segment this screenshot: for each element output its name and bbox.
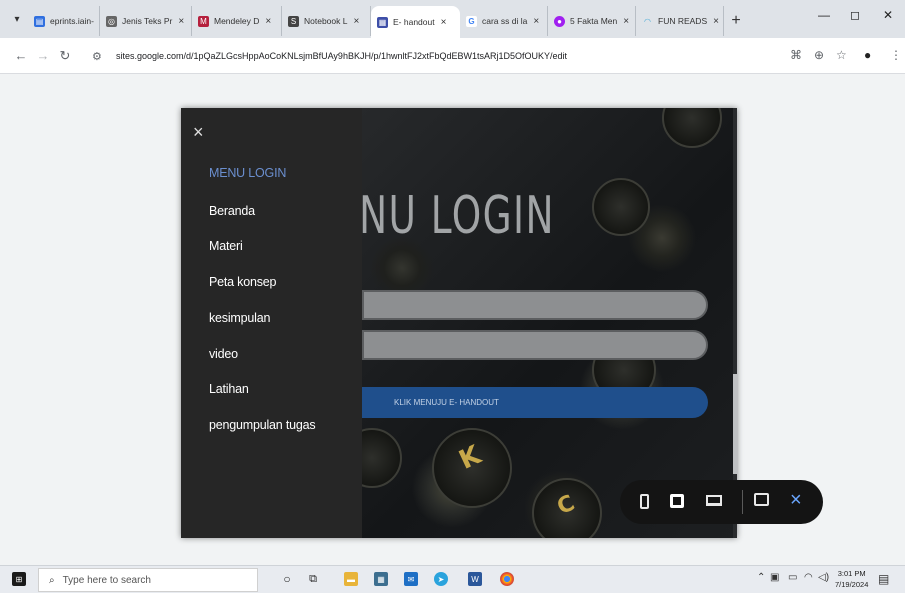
page-viewport: K C ENU LOGIN KLIK MENUJU E- HANDOUT × M… [0,75,905,565]
close-preview-icon[interactable]: × [790,489,802,512]
tablet-preview-icon[interactable] [670,494,684,508]
nav-item-kesimpulan[interactable]: kesimpulan [209,311,270,325]
tab-title: cara ss di la [482,16,528,26]
nav-item-video[interactable]: video [209,347,238,361]
username-field[interactable] [362,290,708,320]
tab-title: E- handout [393,17,435,27]
new-tab-button[interactable]: + [724,6,748,36]
windows-taskbar: ⊞ ⌕ Type here to search ○ ⧉ ▬ ▦ ✉ ➤ W ⌃ … [0,565,905,593]
browser-tab[interactable]: ◎ Jenis Teks Pr × [100,6,192,36]
browser-tab-active[interactable]: ▦ E- handout × [371,6,460,38]
calculator-icon[interactable]: ▦ [374,572,388,586]
wifi-icon[interactable]: ◠ [804,572,813,583]
loading-icon: ◠ [644,16,651,26]
profile-avatar-icon[interactable]: ● [864,48,871,62]
windows-start-icon[interactable]: ⊞ [12,572,26,586]
password-field[interactable] [362,330,708,360]
close-tab-icon[interactable]: × [441,17,447,28]
site-preview-frame: K C ENU LOGIN KLIK MENUJU E- HANDOUT × M… [181,108,737,538]
close-nav-icon[interactable]: × [193,122,204,143]
preview-device-toolbar: × [620,480,823,524]
browser-toolbar: ← → ↻ ⚙ sites.google.com/d/1pQaZLGcsHppA… [0,38,905,74]
circle-icon: ● [554,15,565,27]
tab-title: Jenis Teks Pr [122,16,173,26]
hero-background: K C ENU LOGIN KLIK MENUJU E- HANDOUT [334,108,737,538]
document-icon: ▤ [34,15,45,27]
nav-item-beranda[interactable]: Beranda [209,204,255,218]
close-tab-icon[interactable]: × [265,16,271,27]
nav-item-menu-login[interactable]: MENU LOGIN [209,166,286,180]
browser-tab[interactable]: ▤ eprints.iain- × [28,6,100,36]
tab-title: FUN READS [658,16,708,26]
battery-icon[interactable]: ▭ [788,572,797,583]
cortana-icon[interactable]: ○ [280,572,294,586]
tab-title: 5 Fakta Men [570,16,618,26]
typewriter-key-icon [662,108,722,148]
task-view-icon[interactable]: ⧉ [306,572,320,586]
notification-center-icon[interactable]: ▤ [878,572,889,586]
close-tab-icon[interactable]: × [623,16,629,27]
close-tab-icon[interactable]: × [713,16,719,27]
taskbar-clock[interactable]: 3:01 PM 7/19/2024 [835,568,868,590]
volume-icon[interactable]: ◁) [818,572,829,583]
close-tab-icon[interactable]: × [353,16,359,27]
address-bar[interactable]: ⚙ sites.google.com/d/1pQaZLGcsHppAoCoKNL… [92,43,692,69]
close-tab-icon[interactable]: × [178,16,184,27]
browser-tab[interactable]: G cara ss di la × [460,6,548,36]
bookmark-star-icon[interactable]: ☆ [836,48,847,62]
tab-title: Notebook L [304,16,348,26]
handout-link-button[interactable]: KLIK MENUJU E- HANDOUT [362,387,708,418]
url-text: sites.google.com/d/1pQaZLGcsHppAoCoKNLsj… [116,51,568,61]
google-sites-icon: ▦ [377,16,388,28]
back-icon[interactable]: ← [10,48,32,63]
browser-tab[interactable]: ◠ FUN READS × [636,6,724,36]
zoom-icon[interactable]: ⊕ [814,48,824,62]
translate-icon[interactable]: ⌘ [790,48,802,62]
telegram-icon[interactable]: ➤ [434,572,448,586]
close-window-icon[interactable]: ✕ [883,8,893,22]
nav-item-peta-konsep[interactable]: Peta konsep [209,275,276,289]
close-tab-icon[interactable]: × [533,16,539,27]
phone-preview-icon[interactable] [640,494,649,509]
globe-icon: ◎ [106,15,117,27]
clock-time: 3:01 PM [837,569,866,578]
browser-tab[interactable]: ● 5 Fakta Men × [548,6,636,36]
clock-date: 7/19/2024 [835,580,869,589]
browser-tab-strip: ▾ ▤ eprints.iain- × ◎ Jenis Teks Pr × M … [0,0,905,38]
tab-title: eprints.iain- [50,16,94,26]
chrome-icon[interactable] [500,572,514,586]
tray-app-icon[interactable]: ▣ [770,572,779,583]
notebook-icon: S [288,15,299,27]
typewriter-key-icon [592,178,650,236]
mail-icon[interactable]: ✉ [404,572,418,586]
more-menu-icon[interactable]: ⋮ [890,48,902,62]
search-placeholder: Type here to search [62,574,151,586]
tab-title: Mendeley D [214,16,260,26]
toolbar-divider [742,490,743,514]
nav-item-pengumpulan-tugas[interactable]: pengumpulan tugas [209,418,316,432]
frame-scrollbar[interactable] [733,108,737,538]
tray-chevron-icon[interactable]: ⌃ [757,572,765,583]
tab-search-chevron-icon[interactable]: ▾ [6,4,28,34]
maximize-icon[interactable]: ◻ [850,8,860,22]
taskbar-search-box[interactable]: ⌕ Type here to search [38,568,258,592]
feedback-icon[interactable] [754,493,769,506]
minimize-icon[interactable]: — [818,8,830,22]
reload-icon[interactable]: ↻ [54,48,76,64]
mendeley-icon: M [198,15,209,27]
forward-icon[interactable]: → [32,48,54,63]
word-icon[interactable]: W [468,572,482,586]
search-icon: ⌕ [49,574,55,586]
file-explorer-icon[interactable]: ▬ [344,572,358,586]
scrollbar-thumb[interactable] [733,374,737,474]
google-icon: G [466,15,477,27]
laptop-preview-icon[interactable] [706,495,722,506]
hero-title: ENU LOGIN [334,186,555,246]
site-side-nav: × MENU LOGIN Beranda Materi Peta konsep … [181,108,362,538]
browser-tab[interactable]: M Mendeley D × [192,6,282,36]
nav-item-materi[interactable]: Materi [209,239,243,253]
browser-tab[interactable]: S Notebook L × [282,6,371,36]
site-info-icon[interactable]: ⚙ [92,50,110,63]
nav-item-latihan[interactable]: Latihan [209,382,249,396]
